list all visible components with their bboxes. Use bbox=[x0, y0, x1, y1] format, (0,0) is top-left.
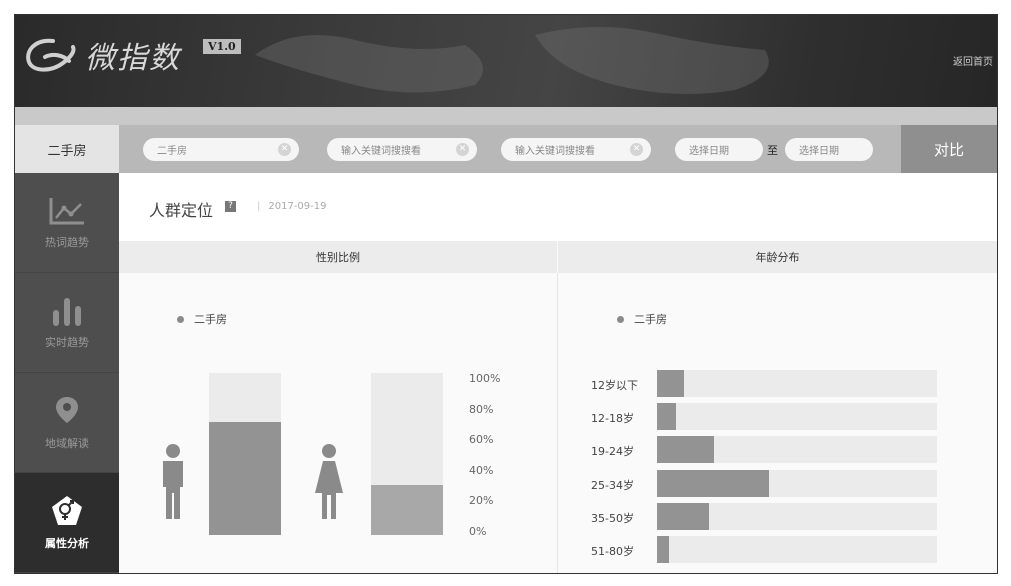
back-home-link[interactable]: 返回首页 bbox=[953, 53, 993, 68]
sidebar-item-hot-trend[interactable]: 热词趋势 bbox=[15, 173, 119, 273]
end-date-picker[interactable]: 选择日期 bbox=[785, 138, 873, 161]
app-header: 微指数 V1.0 返回首页 bbox=[15, 15, 997, 107]
age-category-label: 12岁以下 bbox=[591, 379, 638, 392]
app-window: 微指数 V1.0 返回首页 二手房 二手房 ✕ 输入关键词搜搜看 ✕ 输入关键词… bbox=[14, 14, 998, 574]
y-tick-label: 0% bbox=[469, 525, 487, 538]
compare-button[interactable]: 对比 bbox=[901, 125, 997, 173]
version-badge: V1.0 bbox=[203, 39, 241, 54]
y-tick-label: 80% bbox=[469, 402, 494, 416]
female-icon bbox=[315, 444, 343, 519]
header-separator bbox=[15, 107, 997, 125]
legend-dot bbox=[617, 315, 624, 323]
start-date-picker[interactable]: 选择日期 bbox=[675, 138, 763, 161]
map-pin-icon bbox=[56, 396, 78, 423]
sidebar-item-label: 地域解读 bbox=[45, 436, 89, 450]
sidebar-item-attribute[interactable]: 属性分析 bbox=[15, 473, 119, 573]
sidebar-item-region[interactable]: 地域解读 bbox=[15, 373, 119, 473]
age-category-label: 35-50岁 bbox=[591, 511, 634, 525]
keyword-input-3-placeholder: 输入关键词搜搜看 bbox=[515, 146, 595, 157]
age-bar[interactable] bbox=[657, 502, 709, 530]
keyword-input-1-value: 二手房 bbox=[157, 146, 187, 157]
sidebar-item-label: 属性分析 bbox=[45, 536, 89, 550]
section-title: 人群定位 bbox=[149, 201, 214, 220]
gender-icon bbox=[52, 495, 82, 525]
help-icon[interactable]: ? bbox=[225, 201, 236, 212]
date-range-separator: 至 bbox=[767, 144, 778, 157]
clear-icon[interactable]: ✕ bbox=[278, 143, 291, 156]
panel-divider bbox=[557, 273, 558, 573]
main-content: 人群定位 ? 2017-09-19 性别比例 年龄分布 二手房 100% 80% 6… bbox=[119, 173, 997, 573]
age-bar-track bbox=[657, 370, 937, 397]
age-category-label: 51-80岁 bbox=[591, 545, 634, 558]
age-panel-title: 年龄分布 bbox=[558, 241, 997, 273]
keyword-input-1[interactable]: 二手房 ✕ bbox=[143, 138, 299, 161]
age-category-label: 19-24岁 bbox=[591, 445, 634, 459]
legend-label: 二手房 bbox=[194, 313, 227, 326]
gender-panel-title: 性别比例 bbox=[119, 241, 557, 273]
sidebar: 热词趋势 实时趋势 地域解读 属性分析 bbox=[15, 173, 119, 573]
legend-label: 二手房 bbox=[634, 313, 667, 326]
y-tick-label: 60% bbox=[469, 433, 494, 447]
male-icon bbox=[163, 444, 183, 519]
keyword-input-3[interactable]: 输入关键词搜搜看 ✕ bbox=[501, 138, 651, 161]
bar-chart-icon bbox=[53, 297, 81, 326]
age-bar-track bbox=[657, 536, 937, 563]
clear-icon[interactable]: ✕ bbox=[456, 143, 469, 156]
world-map-decoration bbox=[255, 26, 769, 94]
gender-bar[interactable] bbox=[209, 422, 281, 535]
age-legend: 二手房 bbox=[617, 311, 667, 327]
y-tick-label: 20% bbox=[469, 494, 494, 508]
clear-icon[interactable]: ✕ bbox=[630, 143, 643, 156]
section-header: 人群定位 ? 2017-09-19 bbox=[119, 173, 997, 241]
y-tick-label: 40% bbox=[469, 463, 494, 477]
end-date-placeholder: 选择日期 bbox=[799, 146, 839, 157]
gender-bar[interactable] bbox=[371, 485, 443, 535]
age-category-label: 25-34岁 bbox=[591, 478, 634, 492]
trend-line-icon bbox=[49, 197, 84, 224]
section-date: 2017-09-19 bbox=[257, 201, 326, 212]
app-name: 微指数 bbox=[85, 41, 181, 76]
age-bar-track bbox=[657, 403, 937, 431]
sidebar-item-label: 实时趋势 bbox=[45, 335, 89, 349]
search-toolbar: 二手房 二手房 ✕ 输入关键词搜搜看 ✕ 输入关键词搜搜看 ✕ 选择日期 至 选… bbox=[15, 125, 997, 173]
legend-dot bbox=[177, 315, 184, 323]
start-date-placeholder: 选择日期 bbox=[689, 146, 729, 157]
keyword-input-2[interactable]: 输入关键词搜搜看 ✕ bbox=[327, 138, 477, 161]
keyword-input-2-placeholder: 输入关键词搜搜看 bbox=[341, 146, 421, 157]
gender-legend: 二手房 bbox=[177, 311, 227, 327]
age-bar[interactable] bbox=[657, 370, 684, 397]
age-bar[interactable] bbox=[657, 536, 669, 563]
age-category-label: 12-18岁 bbox=[591, 412, 634, 426]
sidebar-item-label: 热词趋势 bbox=[45, 235, 89, 249]
category-label: 二手房 bbox=[15, 125, 119, 173]
app-logo[interactable]: 微指数 bbox=[23, 33, 181, 77]
logo-swirl-icon bbox=[26, 38, 76, 72]
sidebar-item-realtime-trend[interactable]: 实时趋势 bbox=[15, 273, 119, 373]
age-bar[interactable] bbox=[657, 469, 769, 497]
age-bar[interactable] bbox=[657, 403, 676, 431]
age-bar[interactable] bbox=[657, 436, 714, 464]
y-tick-label: 100% bbox=[469, 372, 501, 385]
